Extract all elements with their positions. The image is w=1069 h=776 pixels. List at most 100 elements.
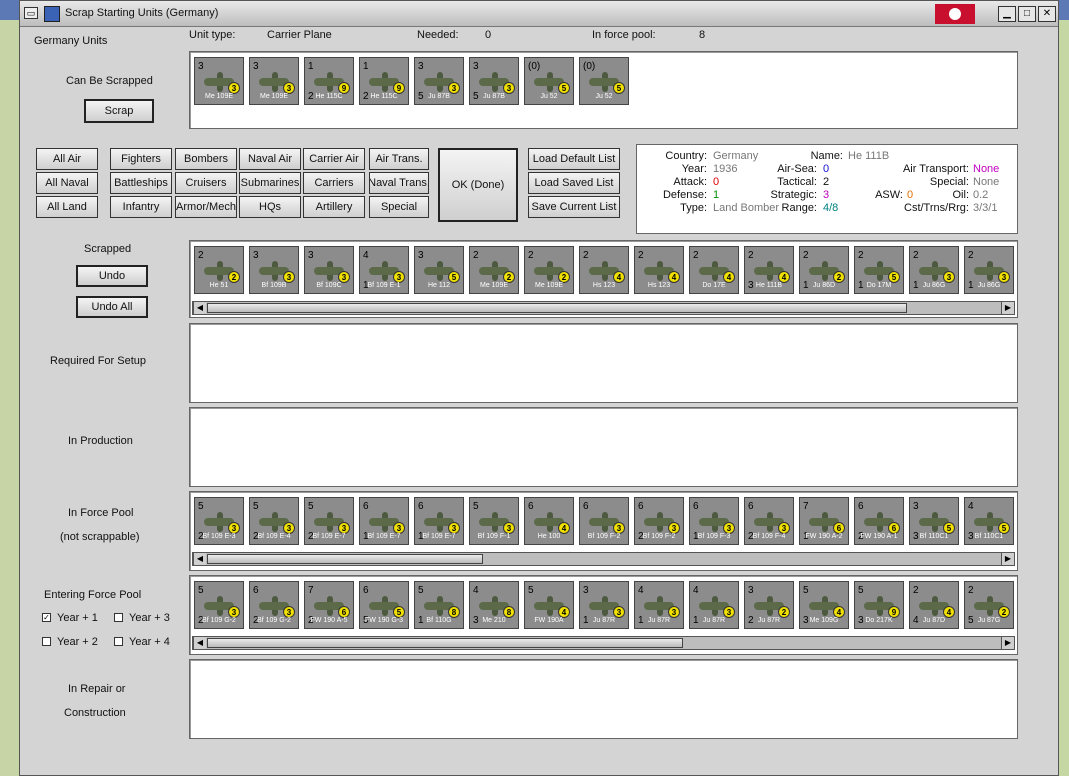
system-menu-icon[interactable]: ▭ [24,7,38,19]
filter-armor-mech-button[interactable]: Armor/Mech [175,196,237,218]
scroll-right-arrow-icon[interactable]: ▶ [1001,302,1014,314]
unit-counter[interactable]: 1 9 2 He 115C [359,57,409,105]
undo-all-button[interactable]: Undo All [76,296,148,318]
maximize-button[interactable]: □ [1018,6,1036,22]
filter-air-trans-button[interactable]: Air Trans. [369,148,429,170]
scrap-button[interactable]: Scrap [84,99,154,123]
unit-counter[interactable]: 2 4 Hs 123 [634,246,684,294]
unit-counter[interactable]: 7 6 2 FW 190 A-5 [304,581,354,629]
filter-naval-trans-button[interactable]: Naval Trans. [369,172,429,194]
unit-counter[interactable]: 3 2 2 Ju 87R [744,581,794,629]
unit-counter[interactable]: 2 4 Do 17E [689,246,739,294]
unit-counter[interactable]: 6 3 1 Bf 109 E-7 [359,497,409,545]
unit-counter[interactable]: 5 3 2 Bf 109 E-7 [304,497,354,545]
unit-counter[interactable]: 6 3 1 Bf 109 F-3 [689,497,739,545]
filter-carrier-air-button[interactable]: Carrier Air [303,148,365,170]
unit-counter[interactable]: 6 3 1 Bf 109 E-7 [414,497,464,545]
unit-counter[interactable]: 2 4 4 Ju 87D [909,581,959,629]
horizontal-scrollbar[interactable]: ◀ ▶ [192,636,1015,650]
unit-counter[interactable]: 7 6 1 FW 190 A-2 [799,497,849,545]
unit-counter[interactable]: 3 3 5 Ju 87B [414,57,464,105]
close-button[interactable]: ✕ [1038,6,1056,22]
unit-counter[interactable]: 3 5 He 112 [414,246,464,294]
unit-counter[interactable]: 5 4 FW 190A [524,581,574,629]
unit-counter[interactable]: 4 3 1 Ju 87R [634,581,684,629]
unit-counter[interactable]: 2 2 He 51 [194,246,244,294]
unit-counter[interactable]: 5 8 1 Bf 110G [414,581,464,629]
scroll-right-arrow-icon[interactable]: ▶ [1001,637,1014,649]
filter-hqs-button[interactable]: HQs [239,196,301,218]
unit-counter[interactable]: 5 3 2 Bf 109 E-4 [249,497,299,545]
scroll-left-arrow-icon[interactable]: ◀ [193,637,206,649]
unit-counter[interactable]: 2 4 3 He 111B [744,246,794,294]
unit-counter[interactable]: 2 2 1 Ju 86D [799,246,849,294]
unit-counter[interactable]: 3 3 1 Ju 87R [579,581,629,629]
filter-special-button[interactable]: Special [369,196,429,218]
unit-counter[interactable]: 2 2 5 Ju 87G [964,581,1014,629]
filter-all-land-button[interactable]: All Land [36,196,98,218]
unit-counter[interactable]: 2 3 1 Ju 86G [909,246,959,294]
scroll-left-arrow-icon[interactable]: ◀ [193,553,206,565]
unit-counter[interactable]: 3 3 Bf 109C [304,246,354,294]
scrollbar-thumb[interactable] [207,638,683,648]
filter-infantry-button[interactable]: Infantry [110,196,172,218]
year-plus-4-checkbox[interactable] [114,637,123,646]
unit-counter[interactable]: 4 3 1 Ju 87R [689,581,739,629]
ok-done-button[interactable]: OK (Done) [438,148,518,222]
unit-counter[interactable]: 3 3 Me 109E [249,57,299,105]
year-plus-3-checkbox[interactable] [114,613,123,622]
unit-counter[interactable]: 5 9 3 Do 217K [854,581,904,629]
unit-counter[interactable]: (0) 5 Ju 52 [524,57,574,105]
horizontal-scrollbar[interactable]: ◀ ▶ [192,301,1015,315]
unit-counter[interactable]: 3 5 3 Bf 110C1 [909,497,959,545]
scrapped-units-list[interactable]: 2 2 He 51 3 3 Bf 109B 3 3 Bf 109C 4 3 1 Bf 109 E-1 3 5… [189,240,1018,318]
unit-counter[interactable]: 2 4 Hs 123 [579,246,629,294]
unit-counter[interactable]: 3 3 Bf 109B [249,246,299,294]
unit-counter[interactable]: 6 3 Bf 109 F-2 [579,497,629,545]
minimize-button[interactable]: ▁ [998,6,1016,22]
scroll-left-arrow-icon[interactable]: ◀ [193,302,206,314]
load-default-list-button[interactable]: Load Default List [528,148,620,170]
load-saved-list-button[interactable]: Load Saved List [528,172,620,194]
horizontal-scrollbar[interactable]: ◀ ▶ [192,552,1015,566]
filter-bombers-button[interactable]: Bombers [175,148,237,170]
in-production-list[interactable] [189,407,1018,487]
unit-counter[interactable]: 6 3 2 Bf 109 F-2 [634,497,684,545]
unit-counter[interactable]: 6 5 5 FW 190 G-3 [359,581,409,629]
filter-cruisers-button[interactable]: Cruisers [175,172,237,194]
unit-counter[interactable]: 4 3 1 Bf 109 E-1 [359,246,409,294]
filter-all-air-button[interactable]: All Air [36,148,98,170]
entering-units-list[interactable]: 5 3 2 Bf 109 G-2 6 3 2 Bf 109 G-2 7 6 2 FW 190 A-5 6… [189,575,1018,655]
year-plus-1-checkbox[interactable]: ✓ [42,613,51,622]
filter-fighters-button[interactable]: Fighters [110,148,172,170]
unit-counter[interactable]: 2 2 Me 109E [469,246,519,294]
unit-counter[interactable]: 2 3 1 Ju 86G [964,246,1014,294]
unit-counter[interactable]: 5 3 2 Bf 109 G-2 [194,581,244,629]
required-for-setup-list[interactable] [189,323,1018,403]
filter-submarines-button[interactable]: Submarines [239,172,301,194]
filter-all-naval-button[interactable]: All Naval [36,172,98,194]
unit-counter[interactable]: 4 8 3 Me 210 [469,581,519,629]
unit-counter[interactable]: 3 3 Me 109E [194,57,244,105]
unit-counter[interactable]: 5 3 2 Bf 109 E-3 [194,497,244,545]
filter-carriers-button[interactable]: Carriers [303,172,365,194]
unit-counter[interactable]: 6 4 He 100 [524,497,574,545]
filter-artillery-button[interactable]: Artillery [303,196,365,218]
scrollbar-thumb[interactable] [207,303,907,313]
unit-counter[interactable]: 1 9 2 He 115C [304,57,354,105]
unit-counter[interactable]: 6 6 2 FW 190 A-1 [854,497,904,545]
unit-counter[interactable]: 6 3 2 Bf 109 G-2 [249,581,299,629]
unit-counter[interactable]: (0) 5 Ju 52 [579,57,629,105]
save-current-list-button[interactable]: Save Current List [528,196,620,218]
repair-construction-list[interactable] [189,659,1018,739]
scrollbar-thumb[interactable] [207,554,483,564]
title-bar[interactable]: ▭ Scrap Starting Units (Germany) ▁ □ ✕ [20,1,1058,27]
scrappable-units-list[interactable]: 3 3 Me 109E 3 3 Me 109E 1 9 2 He 115C 1 9 2 He 115C 3 3… [189,51,1018,129]
unit-counter[interactable]: 4 5 3 Bf 110C1 [964,497,1014,545]
year-plus-2-checkbox[interactable] [42,637,51,646]
unit-counter[interactable]: 2 5 1 Do 17M [854,246,904,294]
unit-counter[interactable]: 5 3 Bf 109 F-1 [469,497,519,545]
filter-naval-air-button[interactable]: Naval Air [239,148,301,170]
force-pool-units-list[interactable]: 5 3 2 Bf 109 E-3 5 3 2 Bf 109 E-4 5 3 2 Bf 109 E-7 6… [189,491,1018,571]
scroll-right-arrow-icon[interactable]: ▶ [1001,553,1014,565]
